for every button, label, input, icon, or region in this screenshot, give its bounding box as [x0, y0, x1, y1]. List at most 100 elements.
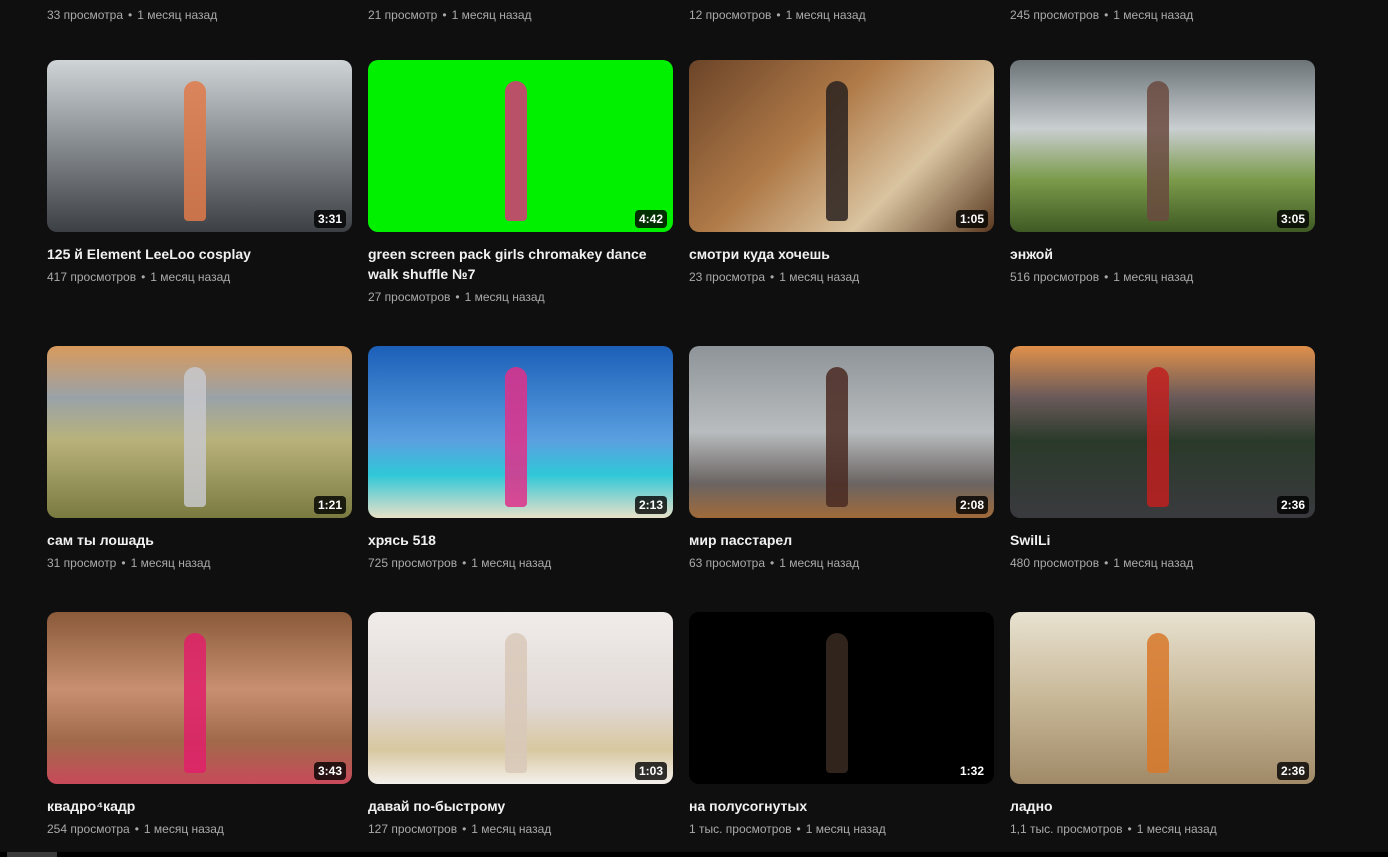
video-card: 1:32 на полусогнутых 1 тыс. просмотров • 1…	[689, 612, 994, 838]
separator-dot: •	[1104, 270, 1109, 284]
video-title[interactable]: давай по-быстрому	[368, 796, 648, 816]
video-card: 1:05 смотри куда хочешь 23 просмотра • 1 м…	[689, 60, 994, 286]
separator-dot: •	[141, 270, 146, 284]
video-title[interactable]: ладно	[1010, 796, 1290, 816]
separator-dot: •	[1104, 8, 1109, 22]
upload-age: 1 месяц назад	[464, 290, 545, 304]
upload-age: 1 месяц назад	[785, 8, 866, 22]
view-count: 12 просмотров	[689, 8, 772, 22]
video-thumbnail[interactable]: 3:43	[47, 612, 352, 784]
video-title[interactable]: хрясь 518	[368, 530, 648, 550]
scrollbar-thumb[interactable]	[7, 852, 57, 857]
separator-dot: •	[128, 8, 133, 22]
video-meta: 1,1 тыс. просмотров • 1 месяц назад	[1010, 820, 1315, 838]
video-meta: 417 просмотров • 1 месяц назад	[47, 268, 352, 286]
separator-dot: •	[1104, 556, 1109, 570]
video-title[interactable]: смотри куда хочешь	[689, 244, 969, 264]
video-meta: 480 просмотров • 1 месяц назад	[1010, 554, 1315, 572]
view-count: 516 просмотров	[1010, 270, 1100, 284]
video-card: 2:36 SwilLi 480 просмотров • 1 месяц назад	[1010, 346, 1315, 572]
video-thumbnail[interactable]: 3:05	[1010, 60, 1315, 232]
thumbnail-figure	[1147, 366, 1170, 507]
separator-dot: •	[776, 8, 781, 22]
duration-badge: 1:21	[313, 496, 346, 514]
video-title[interactable]: энжой	[1010, 244, 1290, 264]
separator-dot: •	[462, 556, 467, 570]
video-meta: 245 просмотров • 1 месяц назад	[1010, 6, 1315, 24]
video-title[interactable]: мир пасстарел	[689, 530, 969, 550]
video-title[interactable]: на полусогнутых	[689, 796, 969, 816]
video-card: 1:03 давай по-быстрому 127 просмотров • 1 …	[368, 612, 673, 838]
upload-age: 1 месяц назад	[805, 822, 886, 836]
video-thumbnail[interactable]: 2:36	[1010, 612, 1315, 784]
video-title[interactable]: 125 й Element LeeLoo cosplay	[47, 244, 327, 264]
video-thumbnail[interactable]: 2:36	[1010, 346, 1315, 518]
video-card: 3:05 энжой 516 просмотров • 1 месяц назад	[1010, 60, 1315, 286]
video-meta: 21 просмотр • 1 месяц назад	[368, 6, 673, 24]
duration-badge: 1:32	[955, 762, 988, 780]
thumbnail-figure	[184, 366, 207, 507]
video-thumbnail[interactable]: 1:32	[689, 612, 994, 784]
video-thumbnail[interactable]: 1:05	[689, 60, 994, 232]
separator-dot: •	[121, 556, 126, 570]
video-meta: 31 просмотр • 1 месяц назад	[47, 554, 352, 572]
view-count: 27 просмотров	[368, 290, 451, 304]
view-count: 1 тыс. просмотров	[689, 822, 792, 836]
duration-badge: 1:03	[634, 762, 667, 780]
video-title[interactable]: SwilLi	[1010, 530, 1290, 550]
duration-badge: 3:31	[313, 210, 346, 228]
separator-dot: •	[462, 822, 467, 836]
video-thumbnail[interactable]: 2:13	[368, 346, 673, 518]
upload-age: 1 месяц назад	[451, 8, 532, 22]
channel-videos-page: 33 просмотра • 1 месяц назад 21 просмотр • 1 …	[0, 0, 1388, 857]
video-card: 4:42 green screen pack girls chromakey d…	[368, 60, 673, 306]
video-title[interactable]: green screen pack girls chromakey dance …	[368, 244, 648, 284]
duration-badge: 4:42	[634, 210, 667, 228]
duration-badge: 2:13	[634, 496, 667, 514]
video-thumbnail[interactable]: 3:31	[47, 60, 352, 232]
thumbnail-figure	[1147, 80, 1170, 221]
upload-age: 1 месяц назад	[143, 822, 224, 836]
video-thumbnail[interactable]: 1:21	[47, 346, 352, 518]
view-count: 480 просмотров	[1010, 556, 1100, 570]
video-card: 2:36 ладно 1,1 тыс. просмотров • 1 месяц н…	[1010, 612, 1315, 838]
video-card: 3:43 квадро⁴кадр 254 просмотра • 1 месяц н…	[47, 612, 352, 838]
video-thumbnail[interactable]: 4:42	[368, 60, 673, 232]
upload-age: 1 месяц назад	[779, 556, 860, 570]
upload-age: 1 месяц назад	[779, 270, 860, 284]
video-meta: 516 просмотров • 1 месяц назад	[1010, 268, 1315, 286]
thumbnail-figure	[184, 80, 207, 221]
horizontal-scrollbar[interactable]	[0, 852, 1388, 857]
video-meta: 27 просмотров • 1 месяц назад	[368, 288, 673, 306]
upload-age: 1 месяц назад	[1113, 556, 1194, 570]
separator-dot: •	[1127, 822, 1132, 836]
upload-age: 1 месяц назад	[471, 822, 552, 836]
thumbnail-figure	[505, 366, 528, 507]
video-card: 2:08 мир пасстарел 63 просмотра • 1 месяц …	[689, 346, 994, 572]
duration-badge: 2:08	[955, 496, 988, 514]
view-count: 127 просмотров	[368, 822, 458, 836]
separator-dot: •	[770, 270, 775, 284]
video-card: 2:13 хрясь 518 725 просмотров • 1 месяц на…	[368, 346, 673, 572]
view-count: 23 просмотра	[689, 270, 766, 284]
view-count: 725 просмотров	[368, 556, 458, 570]
thumbnail-figure	[826, 632, 849, 773]
upload-age: 1 месяц назад	[471, 556, 552, 570]
video-meta: 127 просмотров • 1 месяц назад	[368, 820, 673, 838]
video-thumbnail[interactable]: 1:03	[368, 612, 673, 784]
upload-age: 1 месяц назад	[1136, 822, 1217, 836]
video-title[interactable]: квадро⁴кадр	[47, 796, 327, 816]
video-meta: 254 просмотра • 1 месяц назад	[47, 820, 352, 838]
thumbnail-figure	[826, 80, 849, 221]
thumbnail-figure	[505, 80, 528, 221]
video-thumbnail[interactable]: 2:08	[689, 346, 994, 518]
video-title[interactable]: сам ты лошадь	[47, 530, 327, 550]
video-card: 1:21 сам ты лошадь 31 просмотр • 1 месяц н…	[47, 346, 352, 572]
thumbnail-figure	[505, 632, 528, 773]
view-count: 245 просмотров	[1010, 8, 1100, 22]
duration-badge: 3:43	[313, 762, 346, 780]
view-count: 254 просмотра	[47, 822, 130, 836]
duration-badge: 2:36	[1276, 496, 1309, 514]
thumbnail-figure	[1147, 632, 1170, 773]
separator-dot: •	[442, 8, 447, 22]
